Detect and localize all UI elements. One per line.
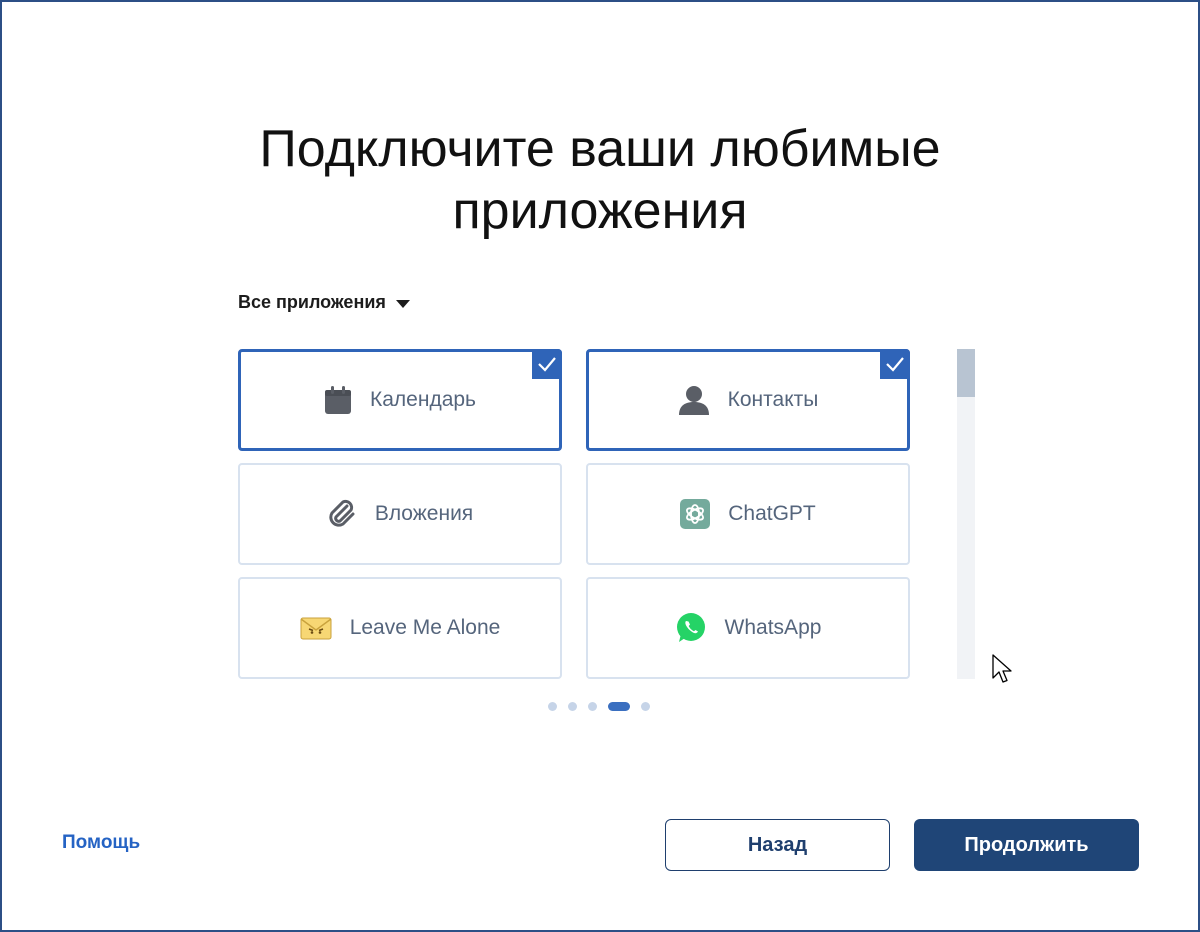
pagination-dots — [548, 702, 650, 711]
contact-person-icon — [678, 385, 710, 415]
app-card-label: Leave Me Alone — [349, 616, 501, 639]
app-card-label: WhatsApp — [724, 616, 822, 639]
paperclip-icon — [327, 499, 357, 529]
app-card-contacts[interactable]: Контакты — [586, 349, 910, 451]
help-link[interactable]: Помощь — [62, 832, 140, 854]
app-card-label: ChatGPT — [728, 502, 816, 525]
app-card-chatgpt[interactable]: ChatGPT — [586, 463, 910, 565]
page-title: Подключите ваши любимые приложения — [0, 118, 1200, 242]
app-card-attachments[interactable]: Вложения — [238, 463, 562, 565]
scrollbar-thumb[interactable] — [957, 349, 975, 397]
app-card-leave-me-alone[interactable]: Leave Me Alone — [238, 577, 562, 679]
apps-scrollbar[interactable] — [957, 349, 975, 679]
app-card-label: Контакты — [727, 388, 819, 411]
apps-filter-label: Все приложения — [238, 292, 386, 312]
mouse-pointer-icon — [992, 654, 1014, 689]
title-line-1: Подключите ваши любимые — [259, 120, 941, 178]
pagination-dot[interactable] — [641, 702, 650, 711]
calendar-icon — [324, 385, 352, 415]
angry-envelope-icon — [300, 615, 332, 641]
pagination-dot[interactable] — [588, 702, 597, 711]
chatgpt-icon — [680, 499, 711, 529]
continue-button[interactable]: Продолжить — [914, 819, 1139, 871]
pagination-dot[interactable] — [568, 702, 577, 711]
app-card-whatsapp[interactable]: WhatsApp — [586, 577, 910, 679]
title-line-2: приложения — [452, 182, 748, 240]
pagination-dot-active[interactable] — [608, 702, 630, 711]
whatsapp-icon — [675, 612, 707, 644]
checkmark-icon — [880, 349, 910, 379]
checkmark-icon — [532, 349, 562, 379]
pagination-dot[interactable] — [548, 702, 557, 711]
back-button[interactable]: Назад — [665, 819, 890, 871]
apps-filter-dropdown[interactable]: Все приложения — [238, 292, 410, 313]
caret-down-icon — [395, 299, 410, 308]
app-card-calendar[interactable]: Календарь — [238, 349, 562, 451]
app-card-label: Календарь — [370, 388, 476, 411]
app-card-label: Вложения — [374, 502, 474, 525]
